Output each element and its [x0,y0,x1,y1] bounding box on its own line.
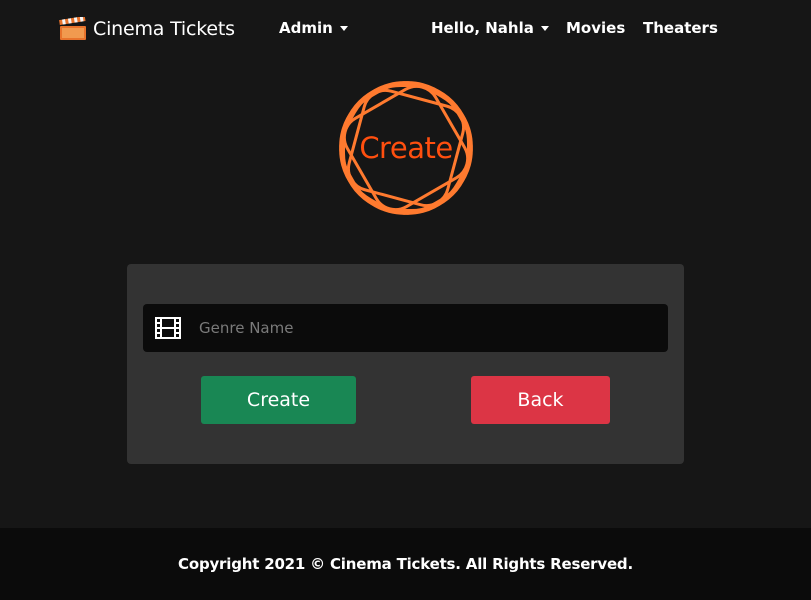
nav-movies-label: Movies [566,19,626,37]
clapperboard-icon [59,17,86,40]
nav-theaters-label: Theaters [643,19,718,37]
navbar: Cinema Tickets Admin Hello, Nahla Movies… [0,0,811,56]
copyright-text: Copyright 2021 © Cinema Tickets. All Rig… [178,555,633,573]
back-button[interactable]: Back [471,376,610,424]
page-title: Create [359,131,453,165]
caret-down-icon [540,26,549,31]
create-button[interactable]: Create [201,376,356,424]
footer: Copyright 2021 © Cinema Tickets. All Rig… [0,528,811,600]
nav-user-label: Hello, Nahla [431,19,534,37]
nav-admin-label: Admin [279,19,333,37]
genre-input-group [143,304,668,352]
film-icon [155,317,181,339]
genre-name-input[interactable] [199,304,659,352]
nav-movies-link[interactable]: Movies [566,18,625,38]
brand-title: Cinema Tickets [93,18,235,40]
brand-link[interactable]: Cinema Tickets [59,15,235,43]
nav-theaters-link[interactable]: Theaters [643,18,718,38]
caret-down-icon [339,26,348,31]
page-heading: Create [323,65,489,231]
nav-user-dropdown[interactable]: Hello, Nahla [431,18,549,38]
nav-admin-dropdown[interactable]: Admin [279,18,348,38]
create-genre-form: Create Back [127,264,684,464]
